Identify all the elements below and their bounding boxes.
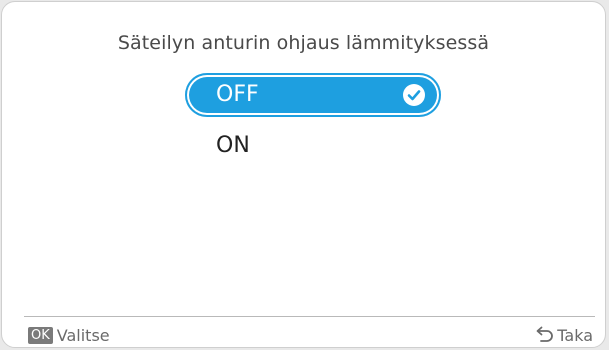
option-off[interactable]: OFF	[185, 73, 441, 117]
back-label: Taka	[557, 325, 593, 345]
option-off-label: OFF	[216, 82, 259, 107]
option-on[interactable]: ON	[185, 124, 441, 168]
back-arrow-icon	[536, 326, 554, 342]
select-label: Valitse	[56, 325, 110, 345]
option-on-label: ON	[216, 133, 250, 158]
settings-screen: Säteilyn anturin ohjaus lämmityksessä OF…	[1, 1, 606, 348]
screen-title: Säteilyn anturin ohjaus lämmityksessä	[117, 32, 490, 54]
footer-divider	[24, 316, 595, 317]
check-circle-icon	[403, 84, 425, 106]
back-action[interactable]: Taka	[533, 324, 593, 346]
ok-badge: OK	[28, 326, 53, 344]
select-action[interactable]: OK Valitse	[28, 324, 110, 346]
